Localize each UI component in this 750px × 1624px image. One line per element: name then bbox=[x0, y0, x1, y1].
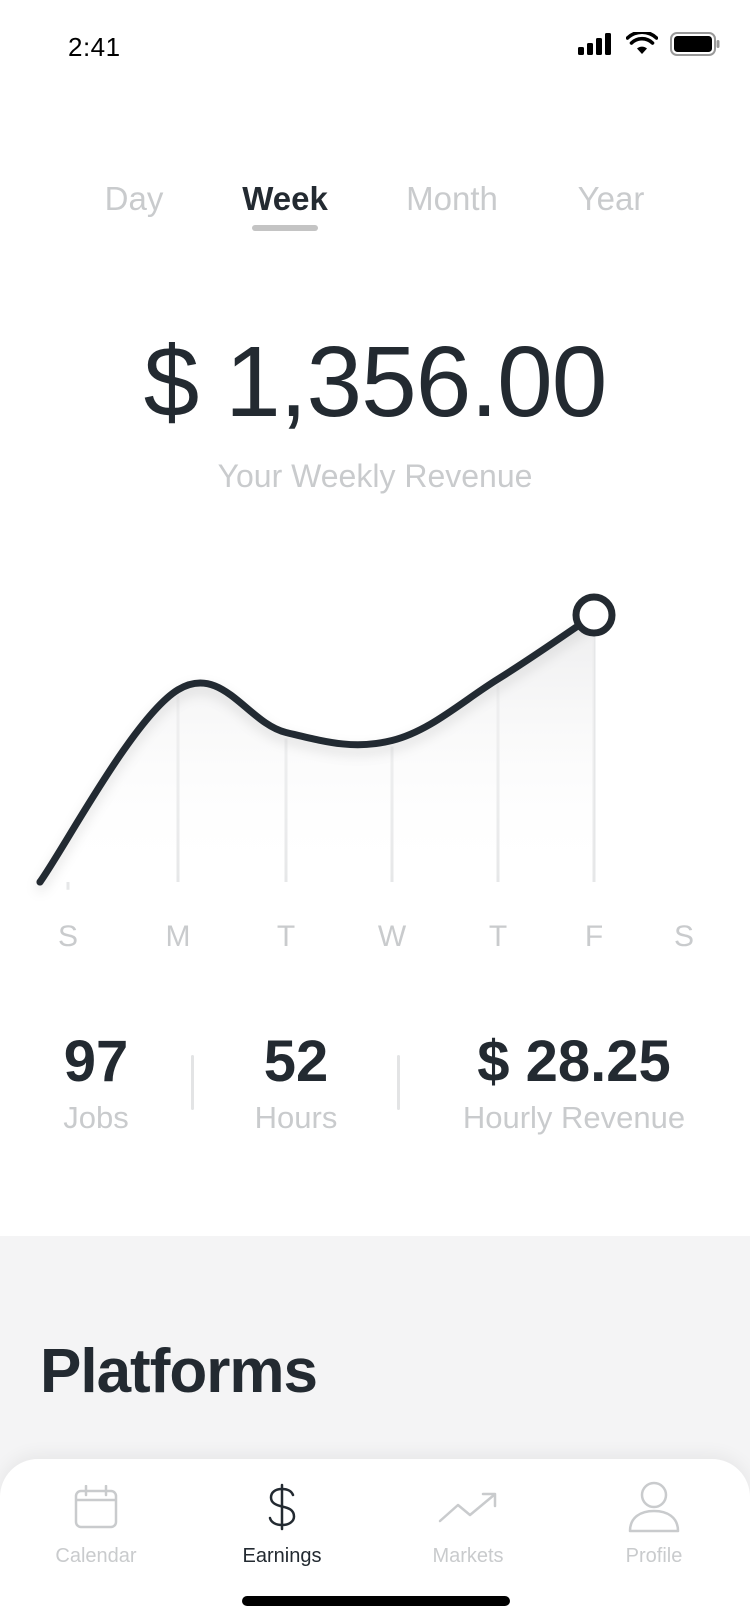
stat-hourly-revenue-value: $ 28.25 bbox=[477, 1029, 671, 1094]
chart-x-tick-label: T bbox=[276, 920, 296, 953]
revenue-caption: Your Weekly Revenue bbox=[217, 458, 533, 494]
tab-profile-label: Profile bbox=[625, 1545, 683, 1567]
person-icon bbox=[628, 1481, 680, 1533]
tab-week[interactable]: Week bbox=[242, 180, 328, 218]
home-indicator bbox=[242, 1596, 510, 1606]
tab-day[interactable]: Day bbox=[105, 180, 164, 218]
stat-hours-label: Hours bbox=[254, 1100, 338, 1135]
tab-calendar[interactable]: Calendar bbox=[26, 1477, 166, 1568]
chart-data-point bbox=[36, 878, 44, 886]
tab-year[interactable]: Year bbox=[578, 180, 645, 218]
tab-earnings-label: Earnings bbox=[242, 1545, 322, 1567]
revenue-chart bbox=[36, 593, 616, 890]
calendar-icon bbox=[74, 1485, 118, 1529]
chart-x-tick-label: M bbox=[165, 920, 191, 953]
stat-jobs-value: 97 bbox=[63, 1029, 129, 1094]
trending-up-icon bbox=[438, 1492, 497, 1523]
stat-hours-value: 52 bbox=[263, 1029, 329, 1094]
stat-jobs: 97 Jobs bbox=[63, 1030, 128, 1138]
battery-icon bbox=[670, 32, 720, 56]
chart-x-axis-labels: SMTWTFS bbox=[0, 920, 750, 960]
chart-x-tick-label: S bbox=[57, 920, 79, 953]
stat-hourly-revenue-label: Hourly Revenue bbox=[462, 1100, 686, 1135]
tab-earnings[interactable]: Earnings bbox=[212, 1477, 352, 1568]
signal-icon bbox=[578, 33, 611, 55]
stat-jobs-label: Jobs bbox=[63, 1100, 129, 1135]
revenue-amount: $ 1,356.00 bbox=[143, 326, 608, 438]
tab-markets[interactable]: Markets bbox=[398, 1477, 538, 1568]
stats-row: 97 Jobs 52 Hours $ 28.25 Hourly Revenue bbox=[0, 1030, 750, 1150]
tab-calendar-label: Calendar bbox=[55, 1545, 137, 1567]
status-bar: 2:41 bbox=[0, 0, 750, 100]
tab-month[interactable]: Month bbox=[406, 180, 498, 218]
dollar-icon bbox=[268, 1483, 296, 1531]
chart-x-tick-label: S bbox=[673, 920, 695, 953]
period-tabs: Day Week Month Year bbox=[0, 180, 750, 240]
status-icons bbox=[578, 32, 720, 56]
platforms-title: Platforms bbox=[40, 1337, 318, 1406]
status-time: 2:41 bbox=[68, 32, 121, 62]
chart-x-tick-label: W bbox=[377, 920, 407, 953]
stat-hours: 52 Hours bbox=[255, 1030, 338, 1138]
stat-divider bbox=[397, 1055, 400, 1110]
chart-x-tick-label: T bbox=[488, 920, 508, 953]
tab-profile[interactable]: Profile bbox=[584, 1477, 724, 1568]
stat-hourly-revenue: $ 28.25 Hourly Revenue bbox=[463, 1030, 685, 1138]
active-tab-indicator bbox=[252, 225, 318, 231]
stat-divider bbox=[191, 1055, 194, 1110]
tab-markets-label: Markets bbox=[432, 1545, 504, 1567]
wifi-icon bbox=[626, 32, 658, 54]
chart-x-tick-label: F bbox=[584, 920, 604, 953]
chart-highlight-point bbox=[572, 593, 616, 637]
